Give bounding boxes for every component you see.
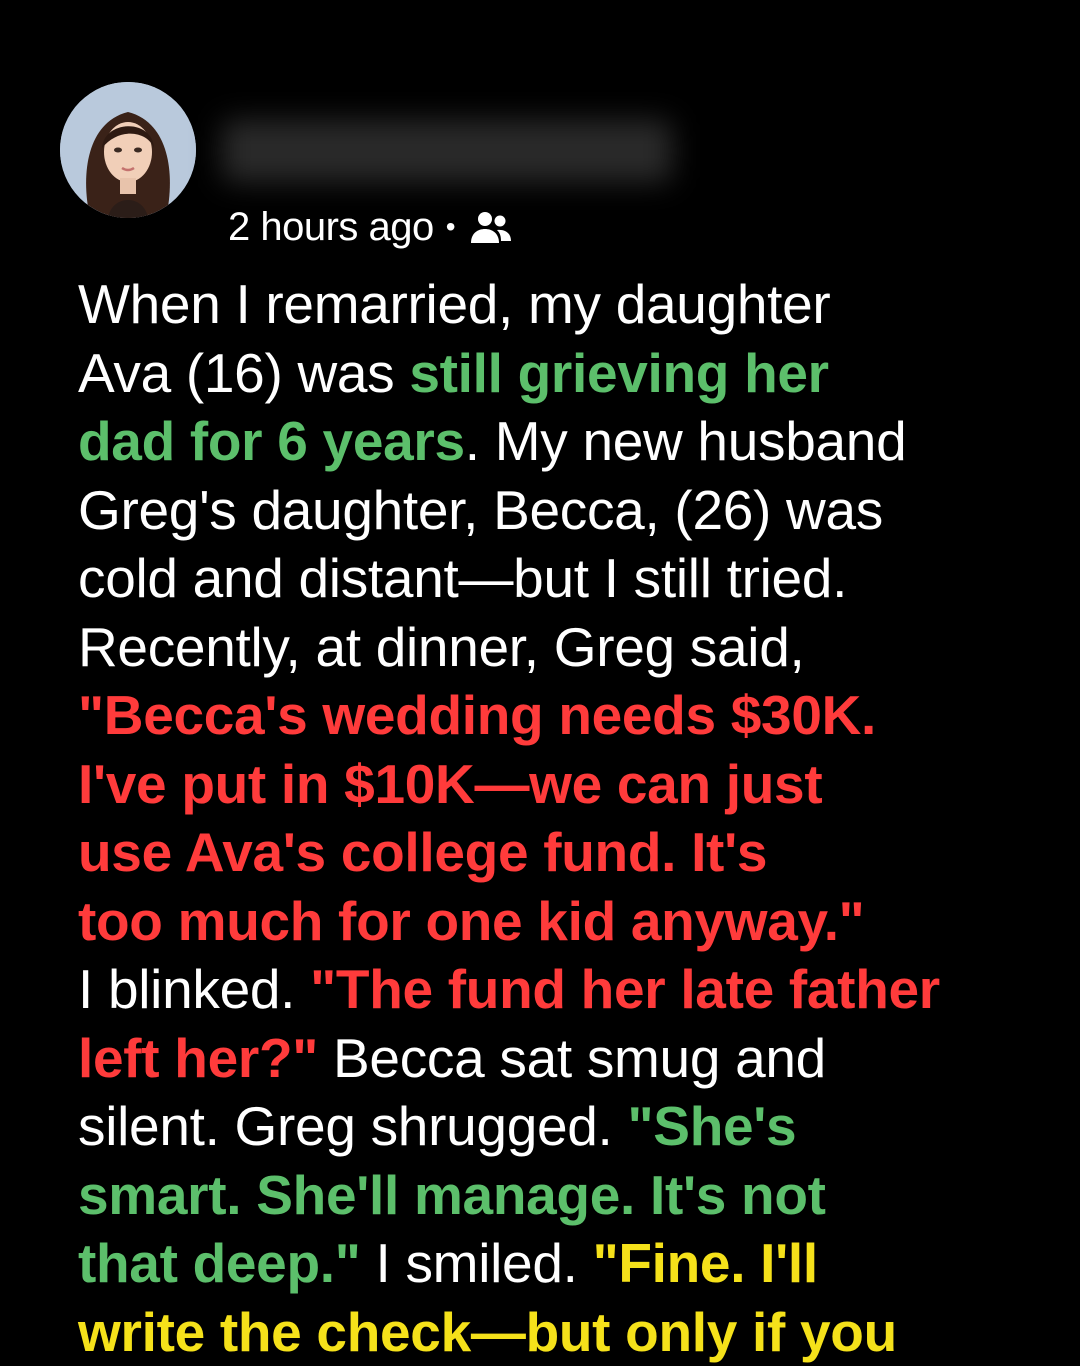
- author-avatar[interactable]: [60, 82, 196, 218]
- post-story-text: When I remarried, my daughter Ava (16) w…: [78, 270, 1038, 1366]
- post-timestamp[interactable]: 2 hours ago: [228, 203, 434, 251]
- story-segment-red: "Becca's wedding needs $30K. I've put in…: [78, 684, 877, 952]
- social-post: 2 hours ago • When I remarried, my daugh…: [0, 0, 1080, 1363]
- avatar-portrait-image: [60, 82, 196, 218]
- author-name-blurred[interactable]: [222, 120, 672, 182]
- meta-separator: •: [445, 211, 456, 242]
- story-segment-plain: I smiled.: [360, 1232, 593, 1294]
- story-segment-plain: I blinked.: [78, 958, 296, 1020]
- post-meta: 2 hours ago •: [228, 203, 515, 251]
- friends-icon[interactable]: [467, 207, 515, 247]
